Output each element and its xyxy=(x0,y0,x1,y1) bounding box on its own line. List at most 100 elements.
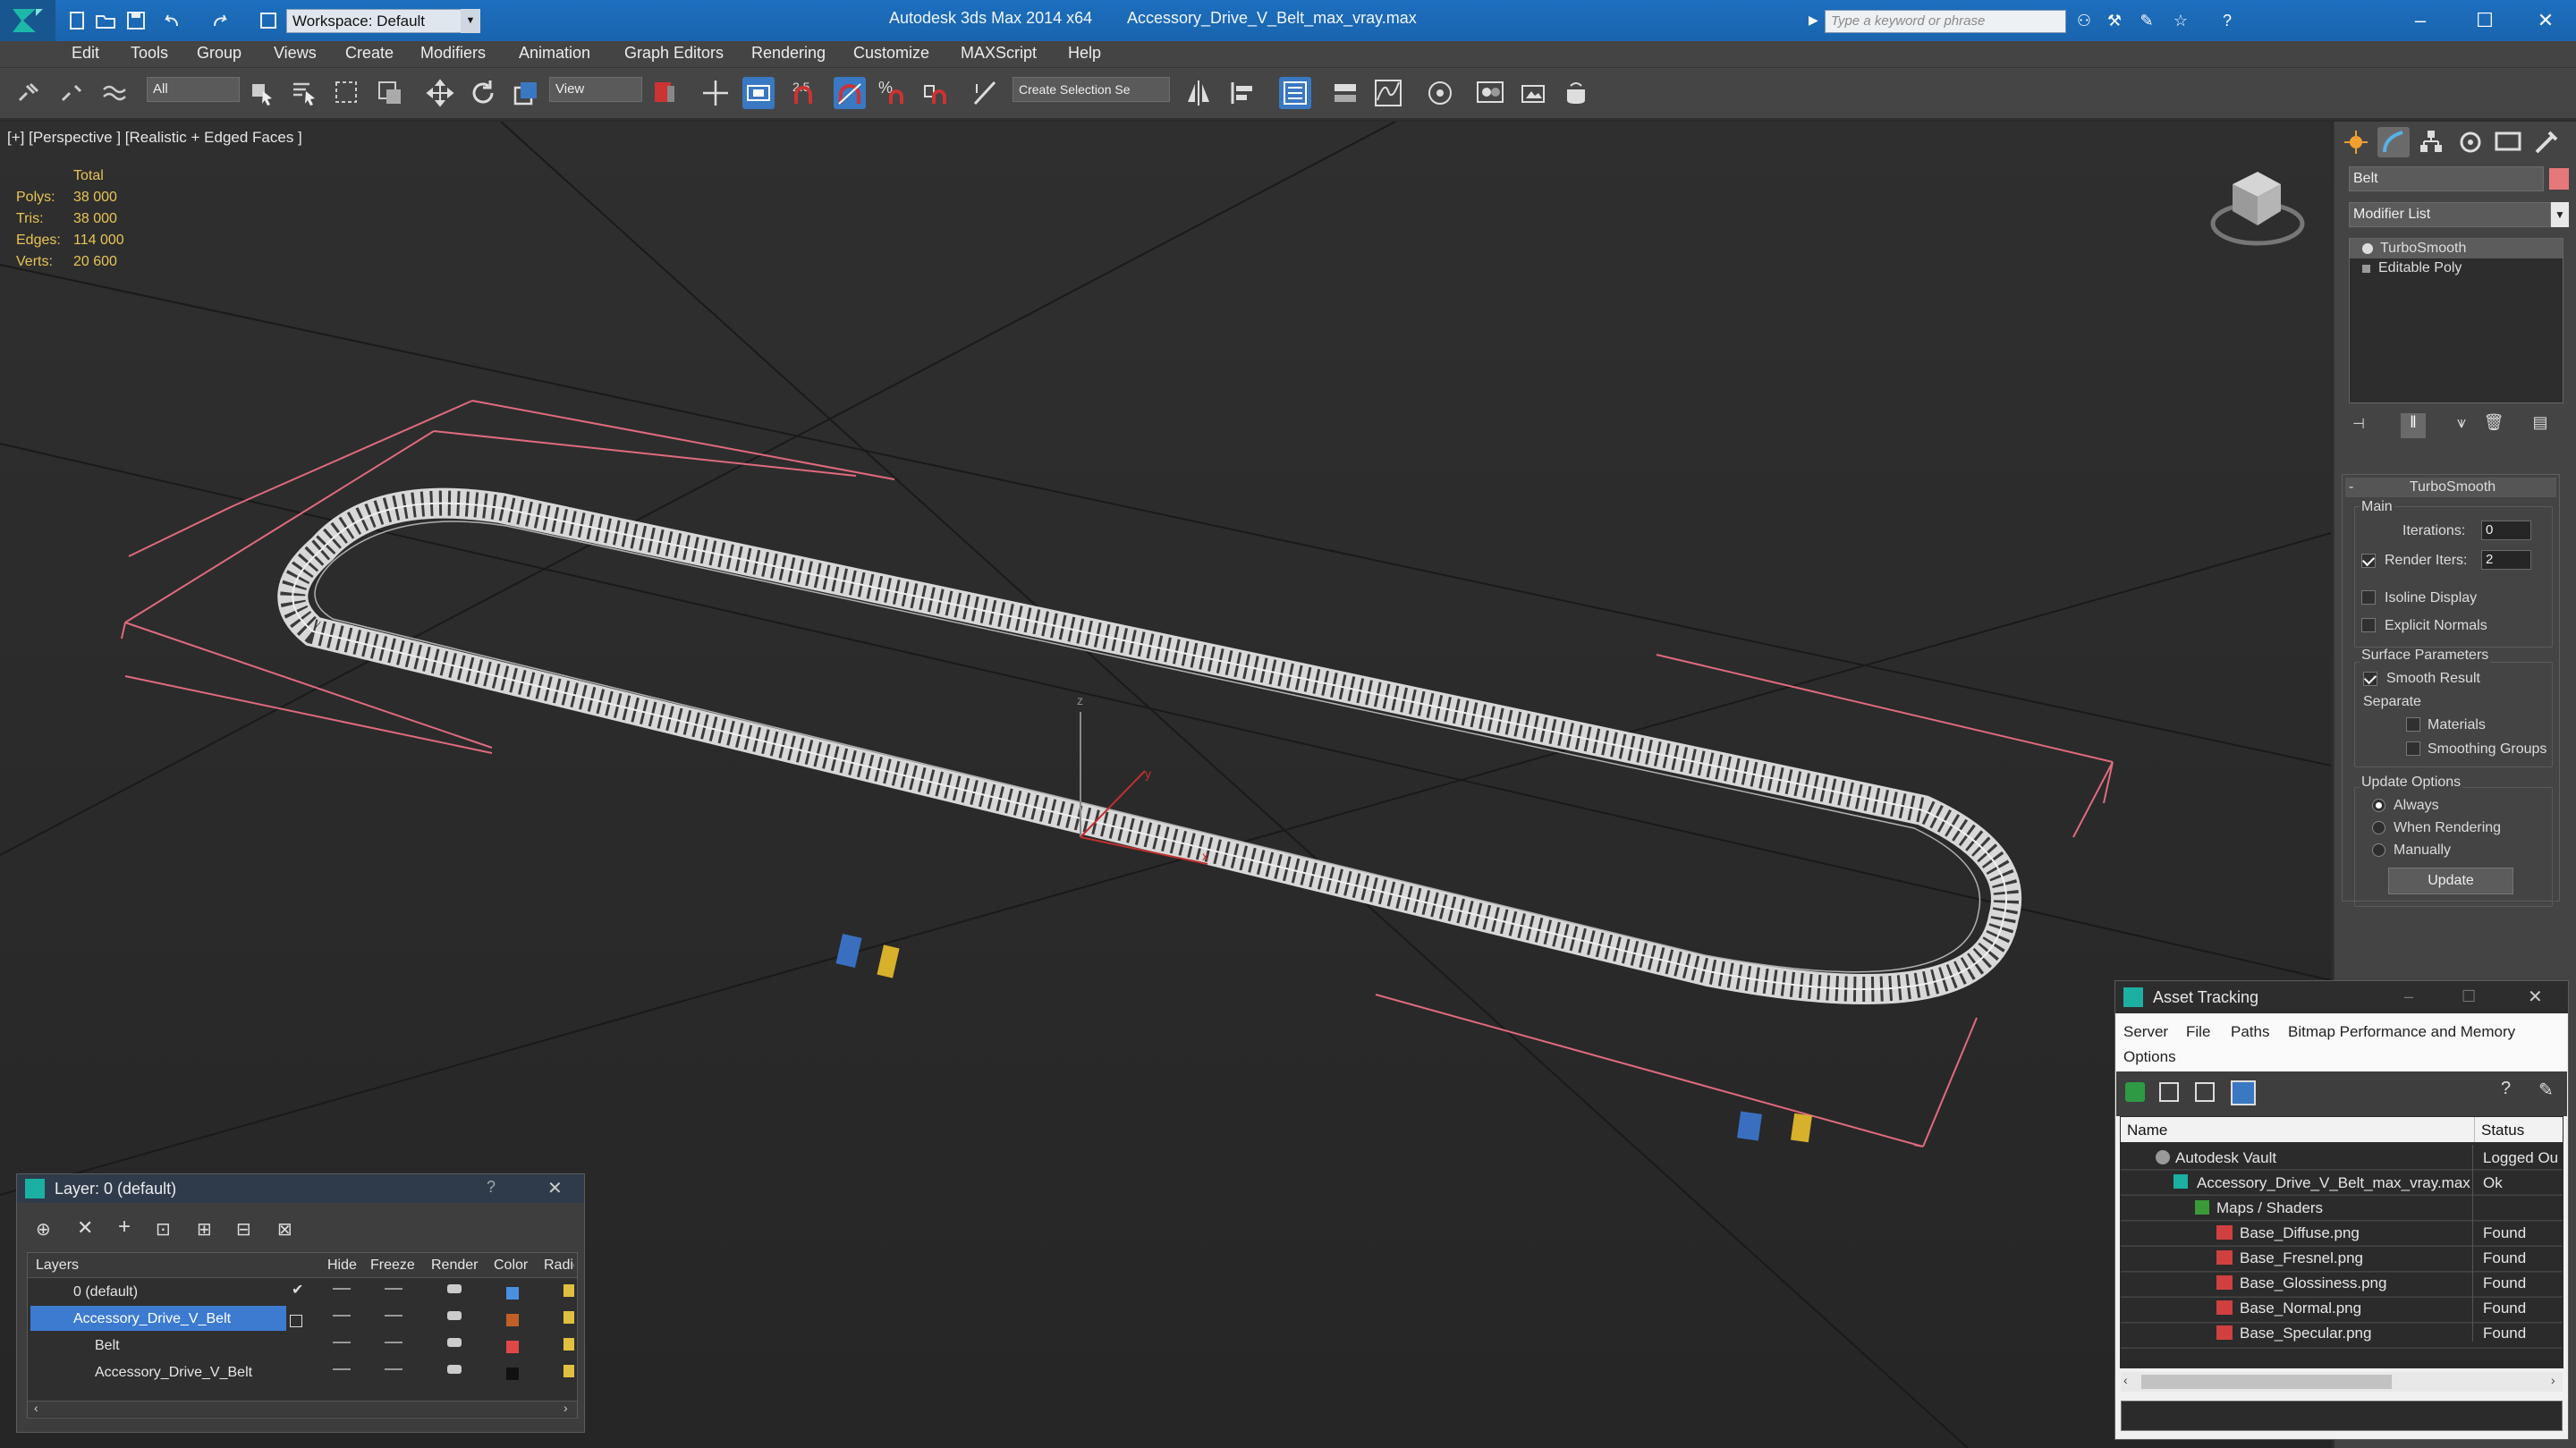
named-selection-dropdown[interactable]: Create Selection Se xyxy=(1013,77,1170,102)
freeze-toggle-icon[interactable] xyxy=(385,1368,402,1370)
scale-icon[interactable] xyxy=(510,77,542,109)
menu-paths[interactable]: Paths xyxy=(2231,1023,2269,1041)
keyboard-shortcut-override-icon[interactable] xyxy=(742,77,775,109)
undo-icon[interactable] xyxy=(159,8,186,33)
layer-color-swatch[interactable] xyxy=(506,1368,519,1380)
scroll-right-icon[interactable]: › xyxy=(564,1401,568,1415)
asset-name[interactable]: Base_Diffuse.png xyxy=(2240,1224,2360,1242)
highlight-selected-layer-icon[interactable]: ⊞ xyxy=(197,1218,212,1241)
bind-space-warp-icon[interactable] xyxy=(98,77,131,109)
rotate-icon[interactable] xyxy=(467,77,499,109)
configure-sets-icon[interactable]: ▤ xyxy=(2528,413,2553,438)
freeze-all-layers-icon[interactable]: ⊠ xyxy=(277,1218,292,1241)
object-name-field[interactable]: Belt xyxy=(2349,166,2544,191)
help-icon[interactable]: ? xyxy=(2215,9,2240,32)
close-icon[interactable]: ✕ xyxy=(2519,4,2572,38)
window-crossing-icon[interactable] xyxy=(374,77,406,109)
menu-rendering[interactable]: Rendering xyxy=(751,44,826,63)
render-iters-spinner[interactable]: 2 xyxy=(2481,550,2531,570)
select-by-name-icon[interactable] xyxy=(288,77,320,109)
render-teapot-icon[interactable] xyxy=(447,1338,462,1347)
scene-explorer-icon[interactable] xyxy=(1279,77,1311,109)
lightbulb-icon[interactable] xyxy=(2362,243,2373,254)
asset-name[interactable]: Autodesk Vault xyxy=(2175,1149,2276,1167)
column-divider[interactable] xyxy=(2474,1117,2475,1142)
update-button[interactable]: Update xyxy=(2388,868,2513,894)
minimize-icon[interactable]: – xyxy=(2404,987,2413,1006)
create-layer-icon[interactable]: ⊕ xyxy=(36,1218,51,1241)
app-logo[interactable] xyxy=(0,0,55,41)
always-radio[interactable] xyxy=(2372,799,2385,812)
menu-tools[interactable]: Tools xyxy=(131,44,168,63)
layer-color-swatch[interactable] xyxy=(506,1287,519,1300)
stack-item-turbosmooth[interactable]: TurboSmooth xyxy=(2350,239,2563,258)
hide-toggle-icon[interactable] xyxy=(333,1342,351,1343)
when-rendering-radio[interactable] xyxy=(2372,821,2385,834)
isoline-display-checkbox[interactable] xyxy=(2361,590,2376,605)
highlight-editable-icon[interactable]: ✎ xyxy=(2538,1079,2554,1101)
render-teapot-icon[interactable] xyxy=(447,1365,462,1374)
set-current-layer-icon[interactable] xyxy=(290,1315,302,1327)
freeze-toggle-icon[interactable] xyxy=(385,1342,402,1343)
hide-column-header[interactable]: Hide xyxy=(327,1257,357,1274)
utilities-tab-icon[interactable] xyxy=(2529,127,2562,157)
menu-options[interactable]: Options xyxy=(2123,1048,2176,1066)
chevron-down-icon[interactable]: ▼ xyxy=(2551,202,2569,227)
material-editor-icon[interactable] xyxy=(1474,77,1506,109)
layer-horizontal-scrollbar[interactable] xyxy=(28,1401,577,1417)
pivot-point-center-icon[interactable] xyxy=(649,77,682,109)
refresh-icon[interactable] xyxy=(2125,1082,2145,1102)
tree-view-icon[interactable] xyxy=(2195,1082,2215,1102)
radiosity-icon[interactable] xyxy=(564,1284,574,1297)
asset-path-field[interactable] xyxy=(2121,1401,2563,1431)
asset-name[interactable]: Base_Normal.png xyxy=(2240,1300,2361,1317)
remove-modifier-icon[interactable]: 🗑 xyxy=(2481,413,2506,438)
select-and-link-icon[interactable] xyxy=(13,77,45,109)
menu-views[interactable]: Views xyxy=(274,44,317,63)
name-column-header[interactable]: Name xyxy=(2127,1122,2167,1139)
layer-color-swatch[interactable] xyxy=(506,1341,519,1353)
help-icon[interactable]: ? xyxy=(487,1178,496,1197)
menu-file[interactable]: File xyxy=(2186,1023,2210,1041)
new-file-icon[interactable] xyxy=(64,8,91,33)
scroll-left-icon[interactable]: ‹ xyxy=(34,1401,38,1415)
render-iters-checkbox[interactable] xyxy=(2361,554,2376,568)
modifier-list-dropdown[interactable]: Modifier List xyxy=(2349,202,2551,227)
render-production-icon[interactable] xyxy=(1560,77,1592,109)
render-teapot-icon[interactable] xyxy=(447,1284,462,1293)
schematic-view-icon[interactable] xyxy=(1424,77,1456,109)
select-and-manipulate-icon[interactable] xyxy=(699,77,732,109)
add-to-layer-icon[interactable]: + xyxy=(118,1215,131,1240)
radiosity-icon[interactable] xyxy=(564,1338,574,1351)
save-file-icon[interactable] xyxy=(123,8,150,33)
maximize-icon[interactable]: ☐ xyxy=(2462,987,2476,1006)
asset-name[interactable]: Base_Specular.png xyxy=(2240,1325,2371,1342)
asset-tracking-title[interactable]: Asset Tracking xyxy=(2115,981,2568,1013)
select-objects-in-layer-icon[interactable]: ⊡ xyxy=(156,1218,171,1241)
rectangular-selection-icon[interactable] xyxy=(331,77,363,109)
open-file-icon[interactable] xyxy=(93,8,120,33)
chevron-down-icon[interactable]: ▼ xyxy=(461,9,480,33)
hierarchy-tab-icon[interactable] xyxy=(2415,127,2447,157)
asset-name[interactable]: Accessory_Drive_V_Belt_max_vray.max xyxy=(2197,1174,2470,1192)
close-icon[interactable]: ✕ xyxy=(2528,986,2543,1008)
percent-snap-icon[interactable]: % xyxy=(877,77,909,109)
expand-icon[interactable] xyxy=(2362,265,2370,273)
freeze-toggle-icon[interactable] xyxy=(385,1315,402,1317)
minimize-icon[interactable]: – xyxy=(2394,4,2447,38)
unlink-selection-icon[interactable] xyxy=(55,77,88,109)
mirror-icon[interactable] xyxy=(1182,77,1215,109)
viewport-label[interactable]: [+] [Perspective ] [Realistic + Edged Fa… xyxy=(7,129,302,147)
selection-filter-dropdown[interactable]: All xyxy=(147,77,240,102)
rollout-collapse-icon[interactable]: - xyxy=(2349,479,2353,495)
create-tab-icon[interactable] xyxy=(2340,127,2372,157)
menu-create[interactable]: Create xyxy=(345,44,394,63)
curve-editor-icon[interactable] xyxy=(1372,77,1404,109)
menu-bitmap-performance[interactable]: Bitmap Performance and Memory xyxy=(2288,1023,2515,1041)
render-column-header[interactable]: Render xyxy=(431,1257,478,1274)
pin-stack-icon[interactable]: ⊣ xyxy=(2352,415,2377,436)
list-view-icon[interactable] xyxy=(2159,1082,2179,1102)
menu-help[interactable]: Help xyxy=(1068,44,1101,63)
freeze-column-header[interactable]: Freeze xyxy=(370,1257,415,1274)
reference-coordinate-dropdown[interactable]: View xyxy=(549,77,642,102)
